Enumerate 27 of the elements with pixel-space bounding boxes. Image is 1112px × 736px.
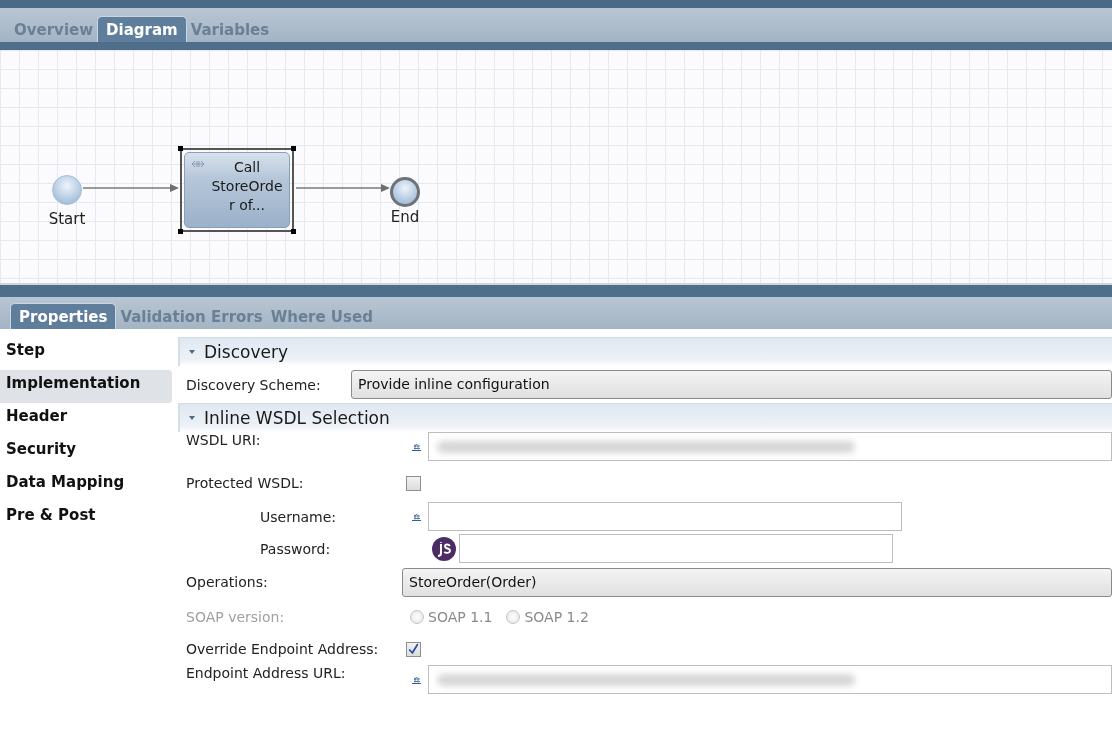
nav-item[interactable]: Pre & Post [0,502,172,535]
field-label: Username: [259,508,338,525]
nav-item[interactable]: Header [0,403,172,436]
nav-item[interactable]: Security [0,436,172,469]
node-label: Start [47,210,87,228]
dropdown[interactable]: Provide inline configuration [351,370,1112,399]
task-node[interactable]: Call StoreOrde r of... [184,152,290,228]
field-label: Override Endpoint Address: [186,641,380,657]
field-label: Endpoint Address URL: [186,665,347,681]
section-header[interactable]: Discovery [178,337,1112,366]
section-header[interactable]: Inline WSDL Selection [178,403,1112,432]
dropdown[interactable]: StoreOrder(Order) [402,567,1112,597]
field-label: Operations: [186,574,269,590]
field-label: Discovery Scheme: [186,376,322,393]
field-label: Password: [259,540,332,557]
section-title: Inline WSDL Selection [204,408,390,428]
task-label: Call StoreOrde r of... [210,158,284,215]
nav-item[interactable]: Data Mapping [0,469,172,502]
section-title: Discovery [204,342,288,362]
field-label: Protected WSDL: [186,475,305,491]
node-label: End [389,208,421,226]
tab[interactable]: Diagram [97,16,187,42]
nav-item[interactable]: Implementation [0,370,172,403]
field-label: WSDL URI: [186,432,262,448]
tab[interactable]: Properties [10,303,117,329]
nav-item[interactable]: Step [0,337,172,370]
field-label: SOAP version: [186,609,286,625]
